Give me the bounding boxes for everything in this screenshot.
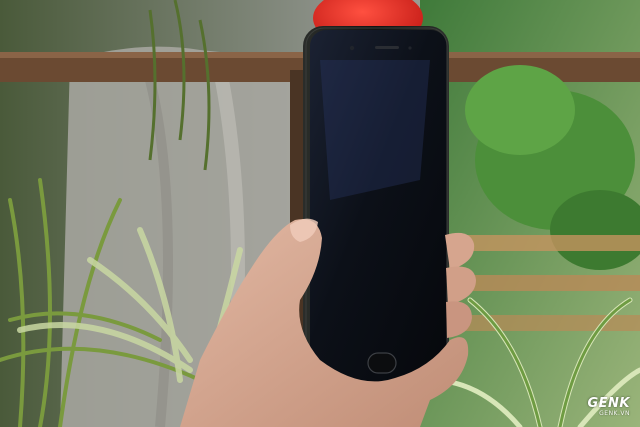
- watermark-logo: GENK GENK.VN: [587, 397, 630, 417]
- watermark-brand: GENK: [587, 396, 630, 411]
- watermark-domain: GENK.VN: [599, 410, 630, 417]
- photo-illustration: [0, 0, 640, 427]
- photo-scene: GENK GENK.VN: [0, 0, 640, 427]
